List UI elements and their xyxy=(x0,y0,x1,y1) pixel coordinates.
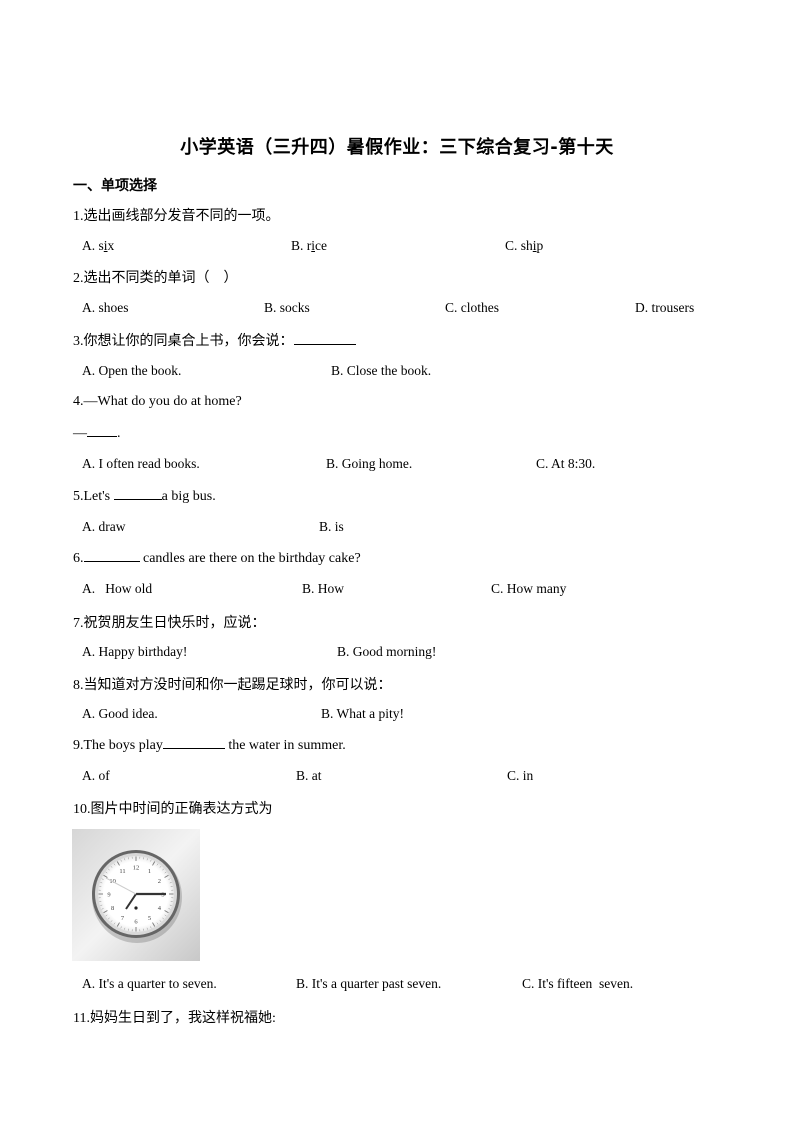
question-6-stem: 6. candles are there on the birthday cak… xyxy=(73,549,361,567)
question-1-option-b[interactable]: B. rice xyxy=(291,238,327,254)
question-text: 9.The boys play xyxy=(73,738,163,753)
option-text: ce xyxy=(315,238,327,253)
clock-dot xyxy=(134,906,138,910)
dash: — xyxy=(73,426,87,441)
clock-number: 2 xyxy=(158,878,161,885)
question-1-stem: 1.选出画线部分发音不同的一项。 xyxy=(73,209,280,224)
question-5-option-b[interactable]: B. is xyxy=(319,519,344,535)
question-2-option-a[interactable]: A. shoes xyxy=(82,300,129,316)
question-1-option-c[interactable]: C. ship xyxy=(505,238,543,254)
question-7-option-a[interactable]: A. Happy birthday! xyxy=(82,644,187,660)
question-6-option-c[interactable]: C. How many xyxy=(491,581,566,597)
question-2-option-c[interactable]: C. clothes xyxy=(445,300,499,316)
section-title: 一、单项选择 xyxy=(73,178,157,194)
question-6-option-a[interactable]: A. How old xyxy=(82,581,152,597)
question-9-option-a[interactable]: A. of xyxy=(82,768,110,784)
clock-number: 1 xyxy=(148,868,151,875)
question-10-option-c[interactable]: C. It's fifteen seven. xyxy=(522,976,633,992)
question-10-option-a[interactable]: A. It's a quarter to seven. xyxy=(82,976,217,992)
clock-number: 12 xyxy=(133,865,140,872)
answer-blank[interactable] xyxy=(162,736,225,749)
clock-number: 11 xyxy=(119,868,125,875)
question-8-stem: 8.当知道对方没时间和你一起踢足球时，你可以说： xyxy=(73,678,392,693)
page-title: 小学英语（三升四）暑假作业：三下综合复习-第十天 xyxy=(180,137,614,158)
question-3-option-b[interactable]: B. Close the book. xyxy=(331,363,431,379)
question-9-option-c[interactable]: C. in xyxy=(507,768,533,784)
question-2-stem: 2.选出不同类的单词（ ） xyxy=(73,271,238,286)
option-text: x xyxy=(107,238,115,253)
question-4-option-c[interactable]: C. At 8:30. xyxy=(536,456,595,472)
question-3-stem: 3.你想让你的同桌合上书，你会说： xyxy=(73,330,356,350)
clock-image: 121234567891011 xyxy=(72,829,200,961)
question-8-option-b[interactable]: B. What a pity! xyxy=(321,706,404,722)
question-text: candles are there on the birthday cake? xyxy=(139,551,361,566)
answer-blank[interactable] xyxy=(113,487,162,500)
answer-blank[interactable] xyxy=(87,424,117,437)
question-4-answer-line: —. xyxy=(73,424,121,442)
question-6-option-b[interactable]: B. How xyxy=(302,581,344,597)
clock-number: 5 xyxy=(148,915,151,922)
question-5-option-a[interactable]: A. draw xyxy=(82,519,126,535)
question-1-option-a[interactable]: A. six xyxy=(82,238,114,254)
question-9-option-b[interactable]: B. at xyxy=(296,768,322,784)
question-8-option-a[interactable]: A. Good idea. xyxy=(82,706,158,722)
option-text: p xyxy=(536,238,544,253)
question-4-stem: 4.—What do you do at home? xyxy=(73,394,242,409)
question-5-stem: 5.Let's a big bus. xyxy=(73,487,216,505)
option-text: C. sh xyxy=(505,238,533,253)
period: . xyxy=(117,426,121,441)
clock-number: 9 xyxy=(107,892,110,899)
question-3-option-a[interactable]: A. Open the book. xyxy=(82,363,181,379)
question-9-stem: 9.The boys play the water in summer. xyxy=(73,736,346,754)
question-2-option-d[interactable]: D. trousers xyxy=(635,300,694,316)
question-7-stem: 7.祝贺朋友生日快乐时，应说： xyxy=(73,616,266,631)
question-4-option-a[interactable]: A. I often read books. xyxy=(82,456,200,472)
question-10-option-b[interactable]: B. It's a quarter past seven. xyxy=(296,976,441,992)
question-text: 5.Let's xyxy=(73,489,114,504)
question-4-option-b[interactable]: B. Going home. xyxy=(326,456,412,472)
answer-blank[interactable] xyxy=(293,332,356,345)
question-text: a big bus. xyxy=(161,489,216,504)
option-text: A. s xyxy=(82,238,104,253)
question-11-stem: 11.妈妈生日到了，我这样祝福她: xyxy=(73,1011,276,1026)
option-text: B. r xyxy=(291,238,312,253)
question-2-option-b[interactable]: B. socks xyxy=(264,300,310,316)
question-7-option-b[interactable]: B. Good morning! xyxy=(337,644,436,660)
question-10-stem: 10.图片中时间的正确表达方式为 xyxy=(73,802,273,817)
clock-number: 8 xyxy=(111,905,114,912)
question-text: the water in summer. xyxy=(224,738,346,753)
question-text: 6. xyxy=(73,551,84,566)
question-text: 3.你想让你的同桌合上书，你会说： xyxy=(73,334,294,349)
answer-blank[interactable] xyxy=(83,549,140,562)
